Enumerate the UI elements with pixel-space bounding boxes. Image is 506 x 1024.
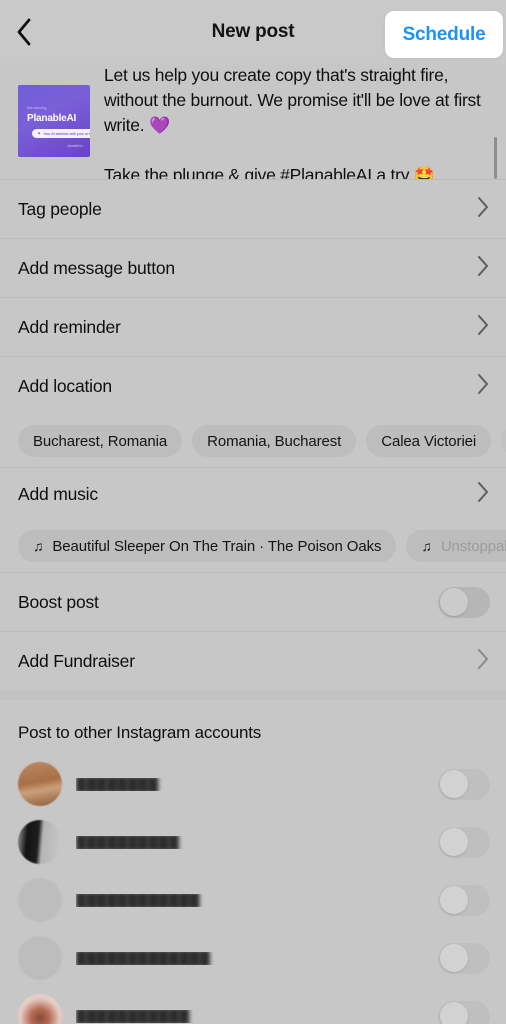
chevron-right-icon: [477, 196, 490, 223]
row-label: Boost post: [18, 591, 99, 612]
caption-line-2: Take the plunge & give #PlanableAI a try: [104, 165, 414, 179]
chevron-right-icon: [477, 648, 490, 675]
music-note-icon: ♫: [33, 538, 44, 554]
row-label: Add location: [18, 375, 112, 396]
location-chip[interactable]: Calea Victoriei: [366, 425, 492, 457]
toggle-knob: [439, 886, 468, 914]
row-add-music[interactable]: Add music: [0, 468, 506, 520]
toggle-knob: [439, 588, 468, 616]
account-row[interactable]: ███████████: [18, 987, 490, 1024]
account-username: █████████████: [76, 952, 424, 965]
location-chip[interactable]: G: [501, 425, 506, 457]
thumbnail-pill: ✦ Your AI sidekick with your ai tone: [32, 129, 90, 138]
chevron-right-icon: [477, 314, 490, 341]
sparkle-icon: ✦: [37, 130, 42, 137]
boost-post-toggle[interactable]: [438, 586, 490, 618]
account-toggle[interactable]: [438, 942, 490, 974]
toggle-knob: [439, 828, 468, 856]
thumbnail-brand: PlanableAI: [27, 113, 77, 124]
back-button[interactable]: [14, 12, 48, 52]
caption-scrollbar[interactable]: [494, 137, 497, 179]
account-row[interactable]: ████████████: [18, 871, 490, 929]
account-toggle[interactable]: [438, 884, 490, 916]
avatar: [18, 762, 62, 806]
row-label: Tag people: [18, 198, 102, 219]
row-label: Add Fundraiser: [18, 650, 135, 671]
music-note-icon: ♫: [421, 538, 432, 554]
chevron-right-icon: [477, 481, 490, 508]
row-boost-post[interactable]: Boost post: [0, 573, 506, 631]
thumbnail-footnote: planable.io: [67, 144, 83, 148]
caption-area[interactable]: Introducing PlanableAI ✦ Your AI sidekic…: [0, 63, 506, 179]
post-thumbnail[interactable]: Introducing PlanableAI ✦ Your AI sidekic…: [18, 85, 90, 157]
music-chip-label: Unstoppab: [440, 537, 506, 555]
new-post-screen: New post Schedule Introducing PlanableAI…: [0, 0, 506, 1024]
schedule-button[interactable]: Schedule: [385, 11, 503, 58]
row-tag-people[interactable]: Tag people: [0, 180, 506, 238]
caption-paragraph-1: Let us help you create copy that's strai…: [104, 63, 482, 138]
account-toggle[interactable]: [438, 768, 490, 800]
caption-text[interactable]: Let us help you create copy that's strai…: [104, 63, 492, 179]
row-label: Add message button: [18, 257, 175, 278]
account-username-text: ██████████: [76, 835, 180, 849]
account-username-text: ███████████: [76, 1009, 190, 1023]
account-username-text: █████████████: [76, 951, 211, 965]
avatar: [18, 936, 62, 980]
chevron-right-icon: [477, 373, 490, 400]
account-toggle[interactable]: [438, 1000, 490, 1024]
avatar: [18, 994, 62, 1024]
thumbnail-pill-label: Your AI sidekick with your ai tone: [43, 131, 90, 136]
account-username: ████████: [76, 778, 424, 791]
other-accounts-section: Post to other Instagram accounts ███████…: [0, 700, 506, 1024]
account-row[interactable]: █████████████: [18, 929, 490, 987]
account-toggle[interactable]: [438, 826, 490, 858]
row-add-reminder[interactable]: Add reminder: [0, 298, 506, 356]
account-username: ███████████: [76, 1010, 424, 1023]
accounts-section-title: Post to other Instagram accounts: [18, 723, 262, 742]
avatar: [18, 820, 62, 864]
account-username-text: ████████████: [76, 893, 200, 907]
account-username: ██████████: [76, 836, 424, 849]
header-bar: New post Schedule: [0, 0, 506, 63]
account-username: ████████████: [76, 894, 424, 907]
section-separator: [0, 690, 506, 700]
caption-paragraph-2: Take the plunge & give #PlanableAI a try…: [104, 163, 482, 179]
chevron-right-icon: [477, 255, 490, 282]
location-chip[interactable]: Bucharest, Romania: [18, 425, 183, 457]
chevron-left-icon: [14, 17, 34, 47]
location-suggestion-chips[interactable]: Bucharest, Romania Romania, Bucharest Ca…: [0, 415, 506, 467]
music-chip-label: Beautiful Sleeper On The Train · The Poi…: [52, 537, 382, 555]
toggle-knob: [439, 1002, 468, 1024]
account-row[interactable]: ████████: [18, 755, 490, 813]
row-add-fundraiser[interactable]: Add Fundraiser: [0, 632, 506, 690]
avatar: [18, 878, 62, 922]
row-label: Add music: [18, 483, 98, 504]
music-chip[interactable]: ♫ Unstoppab: [406, 530, 506, 562]
row-add-message-button[interactable]: Add message button: [0, 239, 506, 297]
account-username-text: ████████: [76, 777, 159, 791]
row-label: Add reminder: [18, 316, 121, 337]
row-add-location[interactable]: Add location: [0, 357, 506, 415]
star-struck-emoji: 🤩: [413, 166, 435, 179]
account-row[interactable]: ██████████: [18, 813, 490, 871]
purple-heart-emoji: 💜: [148, 116, 170, 135]
music-chip[interactable]: ♫ Beautiful Sleeper On The Train · The P…: [18, 530, 397, 562]
toggle-knob: [439, 770, 468, 798]
thumbnail-eyebrow: Introducing: [27, 106, 47, 110]
music-suggestion-chips[interactable]: ♫ Beautiful Sleeper On The Train · The P…: [0, 520, 506, 572]
location-chip[interactable]: Romania, Bucharest: [192, 425, 357, 457]
toggle-knob: [439, 944, 468, 972]
